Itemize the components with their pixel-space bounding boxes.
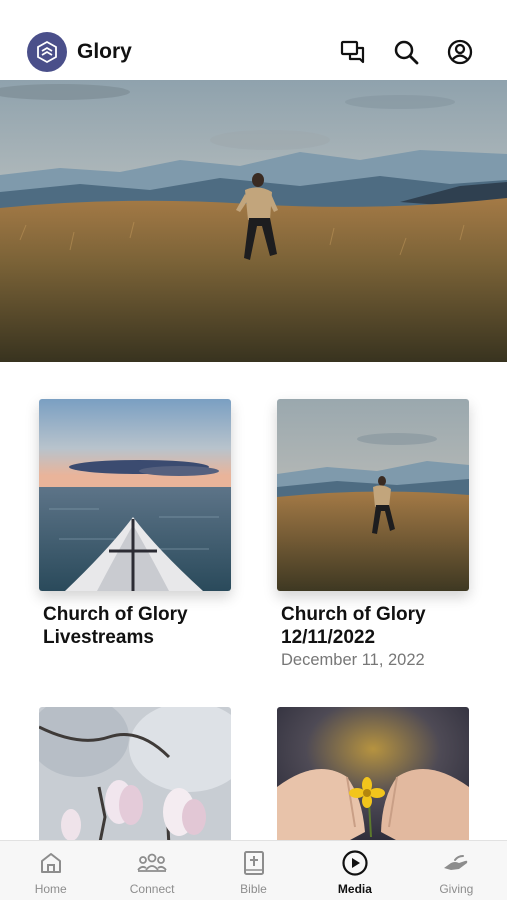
tab-label: Bible [240,882,267,896]
media-title: Church of Glory Livestreams [43,604,188,648]
tab-label: Home [34,882,67,896]
tab-label: Giving [439,882,474,896]
media-thumbnail [39,399,231,591]
tab-bible[interactable]: Bible [203,841,304,900]
media-thumbnail [39,707,231,847]
media-card[interactable] [39,707,231,847]
media-thumbnail [277,399,469,591]
messages-icon[interactable] [338,37,368,67]
giving-hand-icon [441,849,471,877]
tab-media[interactable]: Media [304,841,405,900]
app-title: Glory [77,40,132,63]
media-date: December 11, 2022 [281,651,425,669]
home-icon [38,849,64,877]
hero-image[interactable] [0,80,507,362]
people-icon [136,849,168,877]
media-title: Church of Glory 12/11/2022 [281,604,426,648]
tab-connect[interactable]: Connect [101,841,202,900]
tab-giving[interactable]: Giving [406,841,507,900]
media-thumbnail [277,707,469,847]
app-header: Glory [0,0,507,80]
tab-label: Connect [129,882,175,896]
media-card[interactable]: Church of Glory Livestreams [39,399,231,649]
media-card[interactable] [277,707,469,847]
account-icon[interactable] [445,37,475,67]
search-icon[interactable] [391,37,421,67]
church-logo-icon[interactable] [27,32,67,72]
tab-home[interactable]: Home [0,841,101,900]
play-circle-icon [341,849,369,877]
bottom-tab-bar: Home Connect Bible Media Giving [0,840,507,900]
tab-label: Media [337,882,372,896]
media-card[interactable]: Church of Glory 12/11/2022 December 11, … [277,399,469,670]
bible-icon [242,849,266,877]
